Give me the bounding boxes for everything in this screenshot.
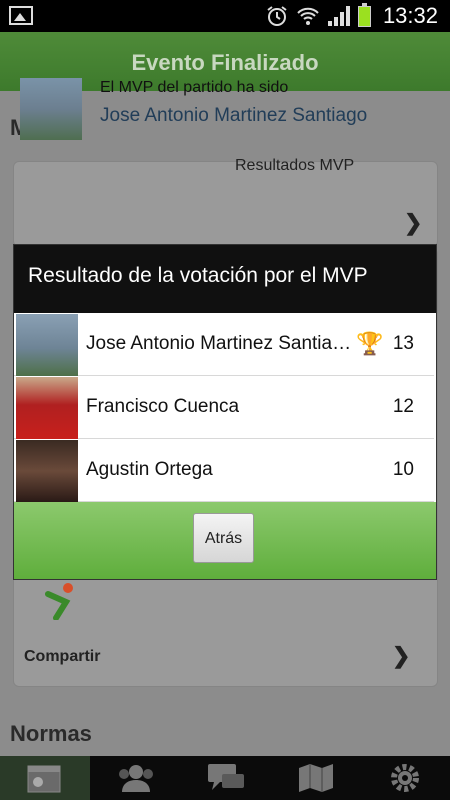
player-logo-icon [45,583,73,620]
mvp-results-dialog: Resultado de la votación por el MVP Jose… [14,245,436,579]
avatar [16,314,78,376]
picture-icon [9,6,33,25]
status-bar: 13:32 [0,0,450,32]
mvp-card[interactable] [13,161,438,247]
vote-count: 13 [392,333,414,354]
page-title: Evento Finalizado [131,50,319,75]
chevron-right-icon: ❯ [404,210,423,235]
battery-icon [357,2,371,27]
list-item[interactable]: Francisco Cuenca 12 [14,376,434,439]
signal-icon [327,6,350,26]
player-name: Jose Antonio Martinez Santia… [86,333,352,354]
dialog-footer: Atrás [14,502,436,579]
tab-settings[interactable] [360,756,450,800]
player-name: Francisco Cuenca [86,396,240,417]
back-button[interactable]: Atrás [193,513,254,563]
tab-calendar[interactable] [0,756,90,800]
share-chevron-icon: ❯ [392,643,411,668]
player-name: Agustin Ortega [86,459,213,480]
mvp-name: Jose Antonio Martinez Santiago [100,105,368,126]
tab-bar [0,756,450,800]
results-list: Jose Antonio Martinez Santia… 🏆 13 Franc… [14,313,436,502]
map-icon [299,764,333,792]
tab-map[interactable] [270,756,360,800]
mvp-avatar [20,78,82,140]
clock: 13:32 [382,3,438,28]
share-label[interactable]: Compartir [24,648,100,666]
list-item[interactable]: Jose Antonio Martinez Santia… 🏆 13 [14,313,434,376]
chat-icon [208,764,244,790]
rules-section-title: Normas [10,721,92,746]
tab-players[interactable] [90,756,180,800]
avatar [16,377,78,439]
tab-chat[interactable] [180,756,270,800]
vote-count: 10 [392,459,414,480]
list-item[interactable]: Agustin Ortega 10 [14,439,434,502]
avatar [16,440,78,502]
settings-icon [391,764,419,792]
mvp-label: El MVP del partido ha sido [100,79,289,96]
trophy-icon: 🏆 [356,331,384,356]
alarm-icon [267,6,287,26]
vote-count: 12 [392,396,414,417]
calendar-icon [27,765,61,793]
wifi-icon [297,7,319,25]
dialog-title: Resultado de la votación por el MVP [28,264,368,287]
players-icon [119,765,153,792]
dialog-header: Resultado de la votación por el MVP [14,245,436,313]
results-mvp-label[interactable]: Resultados MVP [235,157,354,175]
